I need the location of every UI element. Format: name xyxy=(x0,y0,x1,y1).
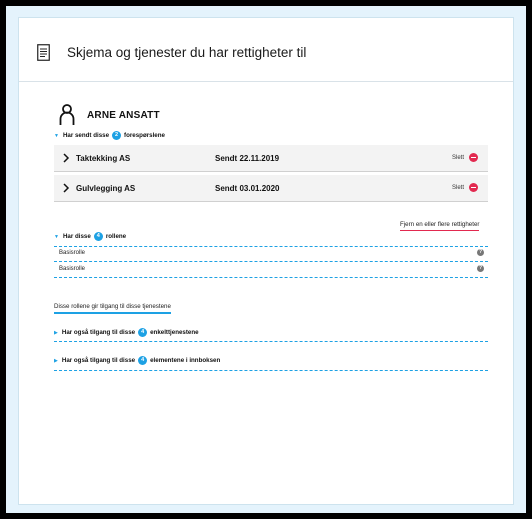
services-count-badge: 4 xyxy=(138,328,148,337)
roles-suffix: rollene xyxy=(105,233,127,240)
request-date: Sendt 03.01.2020 xyxy=(215,184,280,193)
chevron-right-icon xyxy=(63,183,70,193)
requests-section-toggle[interactable]: ▼ Har sendt disse 2 forespørslene xyxy=(54,131,165,140)
requests-suffix: forespørslene xyxy=(124,132,165,139)
roles-count-badge: 4 xyxy=(93,232,103,241)
caret-down-icon: ▼ xyxy=(54,132,59,139)
caret-right-icon: ▶ xyxy=(54,357,58,364)
caret-right-icon: ▶ xyxy=(54,329,58,336)
role-label: Basisrolle xyxy=(59,250,86,256)
roles-services-link[interactable]: Disse rollene gir tilgang til disse tjen… xyxy=(54,303,171,314)
caret-down-icon: ▼ xyxy=(54,233,59,240)
rights-panel: Skjema og tjenester du har rettigheter t… xyxy=(18,17,514,505)
request-row[interactable]: Gulvlegging AS Sendt 03.01.2020 Slett xyxy=(54,175,488,202)
help-icon[interactable]: ? xyxy=(477,265,484,272)
requests-prefix: Har sendt disse xyxy=(62,132,110,139)
page-background: Skjema og tjenester du har rettigheter t… xyxy=(6,6,526,513)
role-row: Basisrolle ? xyxy=(54,262,488,278)
inbox-section-toggle[interactable]: ▶ Har også tilgang til disse 4 elementen… xyxy=(54,356,220,365)
delete-request-button[interactable]: Slett xyxy=(452,153,478,162)
panel-header: Skjema og tjenester du har rettigheter t… xyxy=(19,18,513,82)
role-row: Basisrolle ? xyxy=(54,246,488,262)
delete-label: Slett xyxy=(451,154,464,161)
inbox-count-badge: 4 xyxy=(138,356,148,365)
person-icon xyxy=(59,104,75,125)
delete-label: Slett xyxy=(451,184,464,191)
services-section-toggle[interactable]: ▶ Har også tilgang til disse 4 enkelttje… xyxy=(54,328,199,337)
requests-count-badge: 2 xyxy=(112,131,122,140)
delete-icon xyxy=(469,153,478,162)
inbox-prefix: Har også tilgang til disse xyxy=(61,357,136,364)
divider xyxy=(54,341,488,342)
page-title: Skjema og tjenester du har rettigheter t… xyxy=(67,45,307,60)
request-row[interactable]: Taktekking AS Sendt 22.11.2019 Slett xyxy=(54,145,488,172)
request-company: Gulvlegging AS xyxy=(76,184,136,193)
services-suffix: enkelttjenestene xyxy=(150,329,199,336)
chevron-right-icon xyxy=(63,153,70,163)
request-company: Taktekking AS xyxy=(76,154,131,163)
request-date: Sendt 22.11.2019 xyxy=(215,154,280,163)
inbox-suffix: elementene i innboksen xyxy=(150,357,221,364)
roles-section-toggle[interactable]: ▼ Har disse 4 rollene xyxy=(54,232,126,241)
delete-icon xyxy=(469,183,478,192)
remove-rights-link[interactable]: Fjern en eller flere rettigheter xyxy=(400,221,480,231)
help-icon[interactable]: ? xyxy=(477,249,484,256)
divider xyxy=(54,370,488,371)
document-icon xyxy=(37,44,50,61)
services-prefix: Har også tilgang til disse xyxy=(61,329,136,336)
delete-request-button[interactable]: Slett xyxy=(452,183,478,192)
roles-prefix: Har disse xyxy=(62,233,91,240)
role-label: Basisrolle xyxy=(59,266,86,272)
person-name: ARNE ANSATT xyxy=(87,110,160,121)
